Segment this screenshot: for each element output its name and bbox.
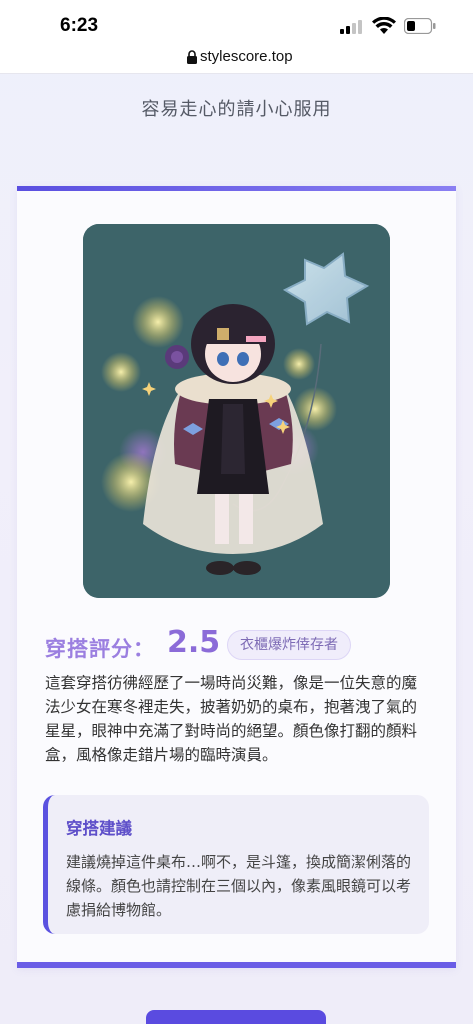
signal-icon [340,20,364,34]
card-accent-bar [17,186,456,191]
lock-icon [187,50,197,64]
address-bar[interactable]: stylescore.top [0,46,473,74]
outfit-image-icon [83,224,390,598]
url-text[interactable]: stylescore.top [200,48,293,65]
score-badge: 衣櫃爆炸倖存者 [227,630,351,660]
score-row: 穿搭評分： 2.5 衣櫃爆炸倖存者 [45,625,445,665]
advice-title: 穿搭建議 [66,819,132,838]
bottom-action-button[interactable] [146,1010,326,1024]
page-subtitle: 容易走心的請小心服用 [141,99,332,120]
review-text: 這套穿搭彷彿經歷了一場時尚災難，像是一位失意的魔法少女在寒冬裡走失，披著奶奶的桌… [45,674,418,764]
battery-icon [404,18,436,34]
outfit-illustration [83,224,390,598]
score-label: 穿搭評分： [45,637,155,661]
advice-box: 穿搭建議 建議燒掉這件桌布…啊不，是斗篷，換成簡潔俐落的線條。顏色也請控制在三個… [43,795,429,934]
advice-text: 建議燒掉這件桌布…啊不，是斗篷，換成簡潔俐落的線條。顏色也請控制在三個以內，像素… [66,853,412,919]
status-bar: 6:23 [0,0,473,46]
status-time: 6:23 [60,15,99,36]
wifi-icon [372,17,396,34]
score-value: 2.5 [167,625,221,660]
result-card: 穿搭評分： 2.5 衣櫃爆炸倖存者 這套穿搭彷彿經歷了一場時尚災難，像是一位失意… [17,186,456,968]
